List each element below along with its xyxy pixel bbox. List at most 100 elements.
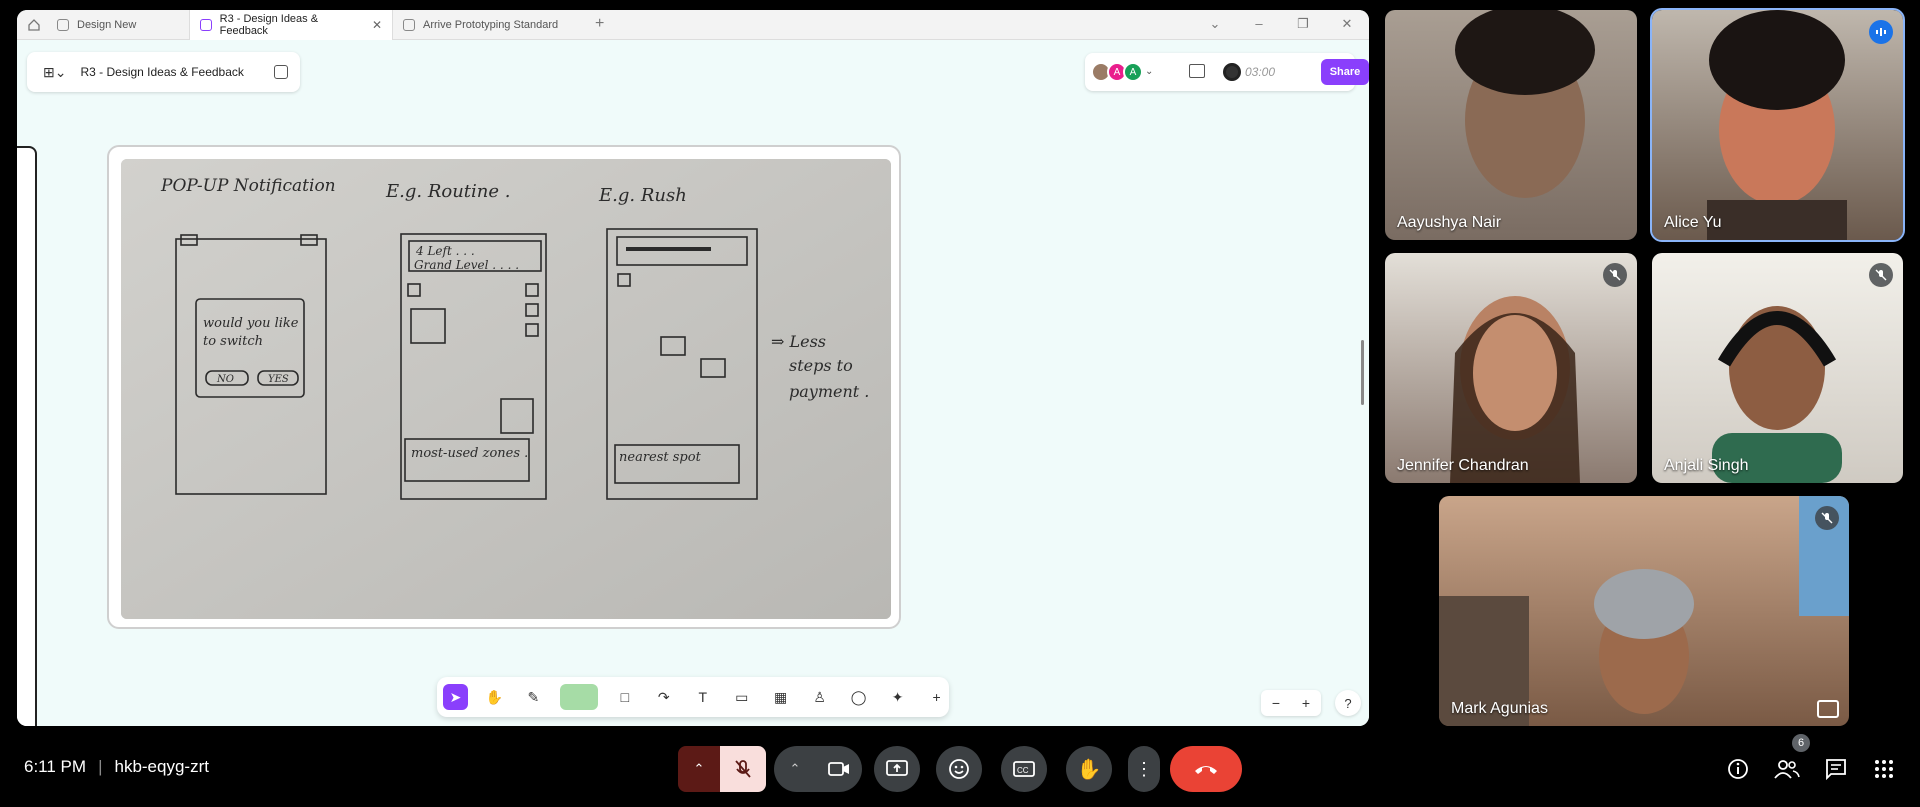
hand-tool-icon[interactable]: ✋ bbox=[482, 684, 507, 710]
sketch-title-routine: E.g. Routine . bbox=[385, 181, 511, 202]
home-icon[interactable] bbox=[27, 18, 41, 32]
sketch-note-2: steps to bbox=[789, 356, 853, 375]
meeting-details-button[interactable] bbox=[1726, 757, 1750, 781]
people-button[interactable]: 6 bbox=[1774, 734, 1810, 784]
more-vert-icon: ⋮ bbox=[1135, 759, 1153, 779]
clock: 6:11 PM bbox=[24, 757, 87, 776]
help-button[interactable]: ? bbox=[1335, 690, 1361, 716]
participant-tile-aayushya[interactable]: Aayushya Nair bbox=[1385, 10, 1637, 240]
participant-name: Mark Agunias bbox=[1451, 700, 1548, 717]
present-screen-icon bbox=[886, 760, 908, 776]
chevron-down-icon: ⌄ bbox=[1145, 66, 1154, 77]
tab-design-new[interactable]: Design New bbox=[47, 10, 189, 40]
participant-name: Alice Yu bbox=[1664, 214, 1722, 231]
participant-tile-anjali[interactable]: Anjali Singh bbox=[1652, 253, 1903, 483]
sketch-popup-yes: YES bbox=[268, 374, 289, 385]
sketch-note-3: payment . bbox=[789, 382, 869, 401]
ai-tool-icon[interactable]: ✦ bbox=[885, 684, 910, 710]
participant-name: Jennifer Chandran bbox=[1397, 457, 1529, 474]
comment-tool-icon[interactable]: ◯ bbox=[846, 684, 871, 710]
camera-options-chevron-icon[interactable]: ⌃ bbox=[774, 746, 816, 792]
end-call-button[interactable] bbox=[1170, 746, 1242, 792]
sketch-popup-line1: would you like bbox=[203, 316, 299, 331]
hand-icon: ✋ bbox=[1076, 758, 1102, 781]
mic-off-icon bbox=[1603, 263, 1627, 287]
reactions-button[interactable] bbox=[936, 746, 982, 792]
shared-screen-window: Design New R3 - Design Ideas & Feedback … bbox=[17, 10, 1369, 726]
present-button[interactable] bbox=[874, 746, 920, 792]
vertical-scrollbar[interactable] bbox=[1361, 340, 1364, 405]
info-icon bbox=[1728, 759, 1748, 779]
shape-tool-icon[interactable]: □ bbox=[612, 684, 637, 710]
sketch-title-popup: POP-UP Notification bbox=[160, 176, 336, 196]
tab-arrive-prototyping[interactable]: Arrive Prototyping Standard bbox=[393, 10, 591, 40]
collaborator-avatars[interactable]: A A ⌄ bbox=[1091, 62, 1153, 82]
offscreen-frame bbox=[17, 146, 37, 726]
marker-tool-icon[interactable] bbox=[559, 684, 599, 710]
text-tool-icon[interactable]: T bbox=[690, 684, 715, 710]
connector-tool-icon[interactable]: ↷ bbox=[651, 684, 676, 710]
camera-button[interactable] bbox=[816, 746, 862, 792]
file-icon bbox=[403, 19, 415, 31]
participant-name: Aayushya Nair bbox=[1397, 214, 1502, 231]
participant-tile-jennifer[interactable]: Jennifer Chandran bbox=[1385, 253, 1637, 483]
file-icon bbox=[57, 19, 69, 31]
chat-button[interactable] bbox=[1824, 757, 1848, 781]
mic-options-chevron-icon[interactable]: ⌃ bbox=[678, 746, 720, 792]
sketch-title-rush: E.g. Rush bbox=[598, 185, 687, 206]
close-tab-icon[interactable]: ✕ bbox=[372, 18, 382, 32]
pages-icon[interactable] bbox=[274, 65, 288, 79]
camera-control: ⌃ bbox=[774, 746, 862, 792]
chat-icon bbox=[1826, 759, 1846, 781]
collab-toolbar: A A ⌄ 03:00 Share bbox=[1085, 53, 1369, 91]
figma-canvas[interactable]: ⊞⌄ R3 - Design Ideas & Feedback A A ⌄ 03… bbox=[17, 40, 1369, 726]
new-tab-icon[interactable]: + bbox=[595, 15, 604, 33]
mic-off-button[interactable] bbox=[720, 746, 766, 792]
close-window-icon[interactable]: ✕ bbox=[1337, 16, 1357, 32]
minimize-icon[interactable]: – bbox=[1249, 16, 1269, 31]
browser-tab-bar: Design New R3 - Design Ideas & Feedback … bbox=[17, 10, 1369, 40]
restore-icon[interactable]: ❐ bbox=[1293, 16, 1313, 32]
meeting-info: 6:11 PM | hkb-eqyg-zrt bbox=[24, 757, 209, 777]
timer-widget[interactable]: 03:00 bbox=[1219, 59, 1315, 85]
more-options-button[interactable]: ⋮ bbox=[1128, 746, 1160, 792]
sketch-frame[interactable]: POP-UP Notification E.g. Routine . E.g. … bbox=[107, 145, 901, 629]
tab-r3-design-ideas[interactable]: R3 - Design Ideas & Feedback ✕ bbox=[189, 10, 393, 40]
pip-icon[interactable] bbox=[1817, 700, 1839, 718]
file-name[interactable]: R3 - Design Ideas & Feedback bbox=[80, 65, 243, 79]
sketch-routine-footer: most-used zones . bbox=[411, 446, 528, 461]
share-button[interactable]: Share bbox=[1321, 59, 1369, 85]
timer-icon bbox=[1223, 63, 1241, 81]
emoji-icon bbox=[949, 759, 969, 779]
chevron-down-icon[interactable]: ⌄ bbox=[1205, 16, 1225, 32]
stamp-tool-icon[interactable]: ♙ bbox=[807, 684, 832, 710]
captions-button[interactable]: CC bbox=[1001, 746, 1047, 792]
participant-tile-alice[interactable]: Alice Yu bbox=[1650, 8, 1905, 242]
file-toolbar: ⊞⌄ R3 - Design Ideas & Feedback bbox=[27, 52, 300, 92]
layout-icon[interactable] bbox=[1189, 64, 1205, 78]
table-tool-icon[interactable]: ▦ bbox=[768, 684, 793, 710]
participant-tile-mark[interactable]: Mark Agunias bbox=[1439, 496, 1849, 726]
avatar: A bbox=[1123, 62, 1143, 82]
figma-menu-icon[interactable]: ⊞⌄ bbox=[43, 64, 66, 81]
participant-count-badge: 6 bbox=[1792, 734, 1810, 752]
divider: | bbox=[98, 757, 103, 776]
mic-off-icon bbox=[1869, 263, 1893, 287]
figma-tools-toolbar: ➤ ✋ ✎ □ ↷ T ▭ ▦ ♙ ◯ ✦ + bbox=[437, 677, 949, 717]
zoom-in-icon[interactable]: + bbox=[1302, 695, 1310, 711]
activities-button[interactable] bbox=[1873, 758, 1895, 780]
sketch-photo: POP-UP Notification E.g. Routine . E.g. … bbox=[121, 159, 891, 619]
sketch-rush-footer: nearest spot bbox=[619, 450, 702, 465]
move-tool-icon[interactable]: ➤ bbox=[443, 684, 468, 710]
zoom-controls: − + bbox=[1261, 690, 1321, 716]
sketch-drawing: POP-UP Notification E.g. Routine . E.g. … bbox=[121, 159, 891, 619]
sketch-routine-banner-1: 4 Left . . . bbox=[415, 244, 475, 258]
camera-icon bbox=[828, 762, 849, 776]
pen-tool-icon[interactable]: ✎ bbox=[521, 684, 546, 710]
raise-hand-button[interactable]: ✋ bbox=[1066, 746, 1112, 792]
captions-icon: CC bbox=[1013, 761, 1035, 777]
zoom-out-icon[interactable]: − bbox=[1272, 695, 1280, 711]
more-tools-icon[interactable]: + bbox=[924, 684, 949, 710]
svg-text:CC: CC bbox=[1017, 766, 1029, 775]
section-tool-icon[interactable]: ▭ bbox=[729, 684, 754, 710]
